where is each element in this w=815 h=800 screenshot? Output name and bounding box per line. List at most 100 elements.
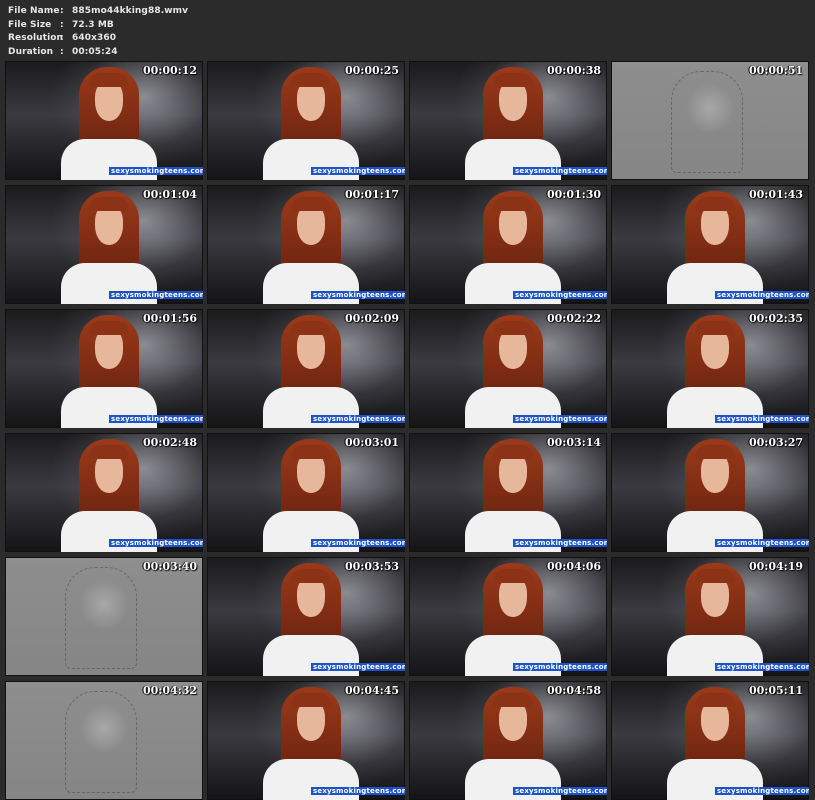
separator: : — [60, 19, 64, 30]
timestamp-label: 00:03:14 — [546, 436, 601, 449]
thumbnail-frame[interactable]: 00:02:22 sexysmokingteens.com — [409, 309, 607, 428]
person-figure — [667, 439, 763, 552]
person-figure — [667, 563, 763, 676]
watermark-label: sexysmokingteens.com — [715, 539, 809, 547]
thumbnail-frame[interactable]: 00:03:14 sexysmokingteens.com — [409, 433, 607, 552]
bangs — [291, 445, 331, 459]
person-figure — [61, 67, 157, 180]
thumbnail-frame[interactable]: 00:03:27 sexysmokingteens.com — [611, 433, 809, 552]
timestamp-label: 00:04:19 — [748, 560, 803, 573]
person-figure — [263, 67, 359, 180]
watermark-label: sexysmokingteens.com — [715, 415, 809, 423]
bangs — [89, 73, 129, 87]
person-figure — [263, 687, 359, 800]
bangs — [695, 197, 735, 211]
thumbnail-frame[interactable]: 00:01:17 sexysmokingteens.com — [207, 185, 405, 304]
thumbnail-frame[interactable]: 00:02:35 sexysmokingteens.com — [611, 309, 809, 428]
timestamp-label: 00:04:06 — [546, 560, 601, 573]
face — [701, 329, 729, 369]
watermark-label: sexysmokingteens.com — [311, 415, 405, 423]
watermark-label: sexysmokingteens.com — [109, 167, 203, 175]
watermark-label: sexysmokingteens.com — [715, 787, 809, 795]
thumbnail-frame[interactable]: 00:03:01 sexysmokingteens.com — [207, 433, 405, 552]
thumbnail-frame[interactable]: 00:01:56 sexysmokingteens.com — [5, 309, 203, 428]
face — [297, 577, 325, 617]
thumbnail-frame[interactable]: 00:01:04 sexysmokingteens.com — [5, 185, 203, 304]
thumbnail-frame[interactable]: 00:02:48 sexysmokingteens.com — [5, 433, 203, 552]
person-figure — [667, 191, 763, 304]
person-figure — [263, 315, 359, 428]
timestamp-label: 00:03:01 — [344, 436, 399, 449]
bangs — [291, 569, 331, 583]
watermark-label: sexysmokingteens.com — [513, 415, 607, 423]
bangs — [695, 321, 735, 335]
face — [701, 205, 729, 245]
thumbnail-frame[interactable]: 00:00:51 — [611, 61, 809, 180]
face — [297, 205, 325, 245]
thumbnail-frame[interactable]: 00:02:09 sexysmokingteens.com — [207, 309, 405, 428]
timestamp-label: 00:00:38 — [546, 64, 601, 77]
thumbnail-frame[interactable]: 00:01:30 sexysmokingteens.com — [409, 185, 607, 304]
thumbnail-frame[interactable]: 00:03:53 sexysmokingteens.com — [207, 557, 405, 676]
face — [499, 81, 527, 121]
timestamp-label: 00:01:56 — [142, 312, 197, 325]
person-figure — [465, 687, 561, 800]
watermark-label: sexysmokingteens.com — [513, 291, 607, 299]
face — [499, 577, 527, 617]
thumbnail-frame[interactable]: 00:05:11 sexysmokingteens.com — [611, 681, 809, 800]
timestamp-label: 00:01:17 — [344, 188, 399, 201]
bangs — [493, 569, 533, 583]
thumbnail-frame[interactable]: 00:01:43 sexysmokingteens.com — [611, 185, 809, 304]
face — [499, 453, 527, 493]
watermark-label: sexysmokingteens.com — [109, 415, 203, 423]
watermark-label: sexysmokingteens.com — [311, 787, 405, 795]
watermark-label: sexysmokingteens.com — [513, 539, 607, 547]
timestamp-label: 00:01:43 — [748, 188, 803, 201]
person-figure — [465, 67, 561, 180]
separator: : — [60, 33, 64, 44]
timestamp-label: 00:00:12 — [142, 64, 197, 77]
thumbnail-frame[interactable]: 00:03:40 — [5, 557, 203, 676]
bangs — [291, 693, 331, 707]
timestamp-label: 00:02:22 — [546, 312, 601, 325]
timestamp-label: 00:00:51 — [748, 64, 803, 77]
thumbnail-frame[interactable]: 00:00:38 sexysmokingteens.com — [409, 61, 607, 180]
bangs — [493, 445, 533, 459]
thumbnail-frame[interactable]: 00:04:06 sexysmokingteens.com — [409, 557, 607, 676]
face — [297, 329, 325, 369]
bangs — [493, 197, 533, 211]
face — [701, 701, 729, 741]
bangs — [89, 445, 129, 459]
thumbnail-frame[interactable]: 00:04:32 — [5, 681, 203, 800]
bangs — [89, 197, 129, 211]
timestamp-label: 00:01:30 — [546, 188, 601, 201]
face — [95, 205, 123, 245]
person-figure — [61, 191, 157, 304]
thumbnail-frame[interactable]: 00:04:45 sexysmokingteens.com — [207, 681, 405, 800]
timestamp-label: 00:02:48 — [142, 436, 197, 449]
face — [297, 453, 325, 493]
face — [95, 453, 123, 493]
resolution-row: Resolution : 640x360 — [8, 32, 188, 46]
thumbnail-frame[interactable]: 00:04:58 sexysmokingteens.com — [409, 681, 607, 800]
face — [297, 701, 325, 741]
separator: : — [60, 6, 64, 16]
face — [499, 329, 527, 369]
bangs — [291, 197, 331, 211]
bangs — [291, 321, 331, 335]
file-size-label: File Size — [8, 19, 52, 30]
timestamp-label: 00:03:53 — [344, 560, 399, 573]
thumbnail-frame[interactable]: 00:04:19 sexysmokingteens.com — [611, 557, 809, 676]
thumbnail-grid: 00:00:12 sexysmokingteens.com 00:00:25 sexy… — [5, 61, 809, 800]
separator: : — [60, 46, 64, 57]
thumbnail-frame[interactable]: 00:00:12 sexysmokingteens.com — [5, 61, 203, 180]
watermark-label: sexysmokingteens.com — [311, 663, 405, 671]
watermark-label: sexysmokingteens.com — [311, 167, 405, 175]
bangs — [493, 693, 533, 707]
watermark-label: sexysmokingteens.com — [311, 539, 405, 547]
person-figure — [667, 315, 763, 428]
watermark-label: sexysmokingteens.com — [109, 291, 203, 299]
thumbnail-frame[interactable]: 00:00:25 sexysmokingteens.com — [207, 61, 405, 180]
face — [499, 205, 527, 245]
person-figure — [61, 439, 157, 552]
